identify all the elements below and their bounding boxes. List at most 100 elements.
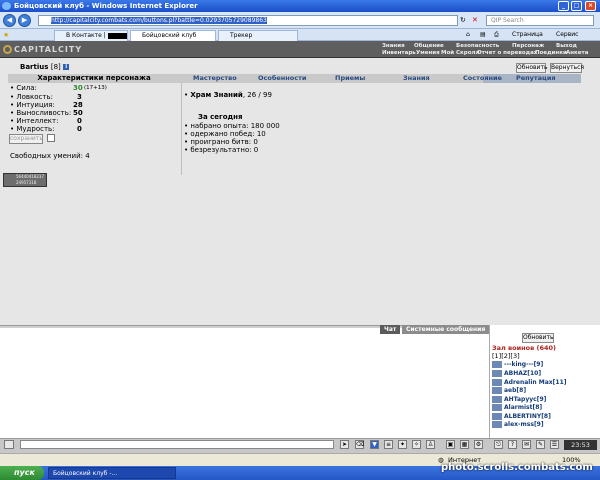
- print-icon[interactable]: ⎙: [494, 30, 499, 40]
- refresh-button[interactable]: Обновить: [516, 63, 547, 73]
- url-input[interactable]: http://capitalcity.combats.com/buttons.p…: [38, 15, 458, 26]
- start-button[interactable]: пуск: [0, 466, 44, 480]
- log-icon[interactable]: ☰: [550, 440, 559, 449]
- clan-icon: [492, 404, 502, 411]
- close-button[interactable]: ×: [585, 1, 596, 11]
- tab-combats[interactable]: Бойцовский клуб: [130, 30, 216, 41]
- home-icon[interactable]: ⌂: [466, 30, 470, 40]
- room-pages[interactable]: [1][2][3]: [492, 352, 520, 360]
- send-icon[interactable]: ➤: [340, 440, 349, 449]
- tab-knowledge[interactable]: Знания: [403, 74, 430, 83]
- user-item[interactable]: Adrenalin Max[11]: [492, 379, 567, 386]
- user-item[interactable]: Alarmist[8]: [492, 404, 542, 411]
- menu-battles[interactable]: Поединки: [535, 50, 567, 56]
- temple-line: • Храм Знаний, 26 / 99: [184, 91, 272, 99]
- tab-mastery[interactable]: Мастерство: [193, 74, 237, 83]
- user-item[interactable]: AHTapyyc[9]: [492, 396, 546, 403]
- smiles-icon[interactable]: ▼: [370, 440, 379, 449]
- menu-skills[interactable]: Умения: [416, 50, 440, 56]
- filter-icon[interactable]: ≡: [384, 440, 393, 449]
- map-icon[interactable]: ▦: [460, 440, 469, 449]
- private-chat-icon[interactable]: ✎: [536, 440, 545, 449]
- back-icon[interactable]: ◀: [3, 14, 16, 27]
- menu-security[interactable]: Безопасность: [456, 43, 499, 49]
- menu-knowledge[interactable]: Знания: [382, 43, 405, 49]
- feeds-icon[interactable]: ▤: [480, 30, 486, 40]
- exit-icon[interactable]: ⎋: [494, 440, 503, 449]
- menu-transfer-report[interactable]: Отчет о переводах: [477, 50, 537, 56]
- page-menu[interactable]: Страница: [512, 30, 543, 40]
- menu-my-scroll[interactable]: Мой Скролл: [441, 50, 480, 56]
- menu-exit[interactable]: Выход: [556, 43, 577, 49]
- character-stats-header: Характеристики персонажа: [37, 74, 151, 82]
- clan-chat-icon[interactable]: ✉: [522, 440, 531, 449]
- ie-icon: [2, 2, 11, 10]
- user-item[interactable]: ALBERTINY[8]: [492, 413, 551, 420]
- chat-mode-icon[interactable]: [4, 440, 14, 449]
- address-bar-row: ◀ ▶ http://capitalcity.combats.com/butto…: [0, 12, 600, 29]
- clear-icon[interactable]: ⌫: [355, 440, 364, 449]
- free-skills: Свободных умений: 4: [10, 152, 90, 160]
- stat-strength-value: 30: [73, 84, 83, 92]
- menu-inventory[interactable]: Инвентарь: [382, 50, 416, 56]
- stop-icon[interactable]: ✕: [472, 16, 478, 24]
- room-title: Зал воинов (640): [492, 344, 557, 352]
- menu-communication[interactable]: Общение: [414, 43, 444, 49]
- minimize-button[interactable]: _: [558, 1, 569, 11]
- info-icon[interactable]: i: [63, 64, 70, 70]
- forward-icon[interactable]: ▶: [18, 14, 31, 27]
- tools-menu[interactable]: Сервис: [556, 30, 578, 40]
- fight-icon[interactable]: ✦: [398, 440, 407, 449]
- help-icon[interactable]: ?: [508, 440, 517, 449]
- clan-icon: [492, 370, 502, 377]
- tab-reputation[interactable]: Репутация: [516, 74, 556, 83]
- stat-strength-bonus: (17+13): [84, 85, 107, 91]
- tab-chat[interactable]: Чат: [380, 325, 401, 334]
- stat-intuition-label: • Интуиция:: [10, 101, 55, 109]
- user-item[interactable]: alex-mss[9]: [492, 421, 544, 428]
- clan-icon: [492, 379, 502, 386]
- today-wins: • одержано побед: 10: [184, 130, 266, 138]
- search-input[interactable]: QIP Search: [486, 15, 594, 26]
- tab-tracker[interactable]: Трекер: [218, 30, 298, 41]
- user-item[interactable]: ---king---[9]: [492, 361, 543, 368]
- today-losses: • проиграно битв: 0: [184, 138, 258, 146]
- return-button[interactable]: Вернуться: [550, 63, 584, 73]
- tab-vkontakte[interactable]: В Контакте |: [54, 30, 128, 41]
- character-name[interactable]: Bartius [8] i: [20, 63, 70, 71]
- inventory-icon[interactable]: ▣: [446, 440, 455, 449]
- hit-counter[interactable]: 56440418237 24957318: [3, 173, 47, 187]
- user-item[interactable]: aeb[8]: [492, 387, 526, 394]
- stat-agility-label: • Ловкость:: [10, 93, 53, 101]
- tab-features[interactable]: Особенности: [258, 74, 306, 83]
- user-item[interactable]: ABHAZ[10]: [492, 370, 541, 377]
- save-checkbox[interactable]: [47, 134, 55, 142]
- refresh-icon[interactable]: ↻: [460, 16, 466, 24]
- stat-agility-value: 3: [77, 93, 82, 101]
- menu-profile[interactable]: Анкета: [566, 50, 588, 56]
- today-draws: • безрезультатно: 0: [184, 146, 259, 154]
- clock: 23:53: [564, 440, 597, 450]
- tab-techniques[interactable]: Приемы: [335, 74, 365, 83]
- stat-intellect-value: 0: [77, 117, 82, 125]
- window-title: Бойцовский клуб - Windows Internet Explo…: [14, 2, 198, 10]
- save-stats-button[interactable]: сохранить: [9, 134, 43, 144]
- tab-state[interactable]: Состояние: [463, 74, 502, 83]
- users-refresh-button[interactable]: Обновить: [522, 333, 554, 343]
- settings-icon[interactable]: ⚙: [474, 440, 483, 449]
- chat-input[interactable]: [20, 440, 334, 449]
- taskbar-item-ie[interactable]: Бойцовский клуб -...: [48, 467, 176, 479]
- action-icon[interactable]: ✧: [412, 440, 421, 449]
- favorites-icon[interactable]: ★: [3, 31, 9, 39]
- maximize-button[interactable]: □: [571, 1, 582, 11]
- stat-wisdom-value: 0: [77, 125, 82, 133]
- column-divider: [181, 83, 182, 175]
- clan-icon: [492, 413, 502, 420]
- menu-character[interactable]: Персонаж: [512, 43, 544, 49]
- tab-system-messages[interactable]: Системные сообщения: [402, 325, 490, 334]
- person-icon[interactable]: ♙: [426, 440, 435, 449]
- chat-messages[interactable]: [0, 334, 489, 437]
- clan-icon: [492, 387, 502, 394]
- stat-endurance-label: • Выносливость:: [10, 109, 72, 117]
- clan-icon: [492, 421, 502, 428]
